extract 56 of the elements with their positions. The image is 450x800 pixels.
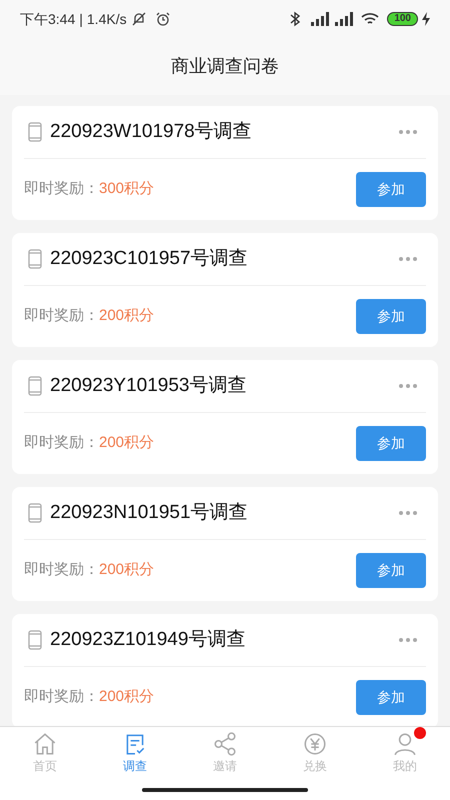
wifi-icon	[361, 12, 380, 26]
tab-label: 首页	[33, 758, 57, 775]
reward-points: 200积分	[99, 687, 154, 708]
alarm-icon	[154, 11, 171, 27]
signal-icon	[309, 12, 330, 26]
phone-icon	[28, 122, 42, 142]
bluetooth-icon	[289, 11, 302, 27]
tab-item[interactable]: 我的	[360, 727, 450, 779]
reward-label: 即时奖励：	[24, 433, 99, 454]
more-icon[interactable]	[398, 383, 418, 389]
join-button[interactable]: 参加	[356, 680, 426, 715]
reward-points: 300积分	[99, 179, 154, 200]
survey-title: 220923Y101953号调查	[50, 374, 246, 398]
tab-label: 兑换	[303, 758, 327, 775]
survey-title: 220923C101957号调查	[50, 246, 248, 271]
home-icon	[32, 731, 58, 757]
page-title: 商业调查问卷	[171, 55, 279, 78]
tab-label: 我的	[393, 758, 417, 775]
tab-label: 调查	[123, 758, 147, 775]
reward-label: 即时奖励：	[24, 560, 99, 580]
share-icon	[212, 731, 238, 757]
tab-item[interactable]: 兑换	[270, 727, 360, 779]
more-icon[interactable]	[398, 637, 418, 643]
more-icon[interactable]	[398, 129, 418, 135]
join-button[interactable]: 参加	[356, 553, 426, 588]
join-button[interactable]: 参加	[356, 299, 426, 334]
network-speed: 1.4K/s	[86, 10, 127, 28]
tab-item[interactable]: 调查	[90, 727, 180, 779]
join-button[interactable]: 参加	[356, 426, 426, 461]
more-icon[interactable]	[398, 510, 418, 516]
status-separator: |	[79, 10, 83, 29]
yen-icon	[302, 731, 328, 757]
phone-icon	[28, 630, 42, 650]
more-icon[interactable]	[398, 256, 418, 262]
tab-label: 邀请	[213, 758, 237, 775]
muted-bell-icon	[130, 11, 147, 27]
reward-label: 即时奖励：	[24, 687, 99, 708]
join-button[interactable]: 参加	[356, 172, 426, 207]
survey-title: 220923N101951号调查	[50, 500, 248, 525]
reward-points: 200积分	[99, 560, 154, 580]
phone-icon	[28, 249, 42, 269]
survey-title: 220923Z101949号调查	[50, 628, 246, 652]
battery-level: 100	[387, 12, 418, 26]
tab-item[interactable]: 邀请	[180, 727, 270, 779]
person-icon	[392, 731, 418, 757]
reward-points: 200积分	[99, 306, 154, 326]
phone-icon	[28, 503, 42, 523]
signal-icon	[333, 12, 354, 26]
status-time: 下午3:44	[20, 10, 76, 28]
reward-label: 即时奖励：	[24, 306, 99, 326]
survey-title: 220923W101978号调查	[50, 120, 252, 144]
tab-item[interactable]: 首页	[0, 727, 90, 779]
reward-label: 即时奖励：	[24, 179, 99, 200]
charging-icon	[422, 12, 430, 26]
reward-points: 200积分	[99, 433, 154, 454]
phone-icon	[28, 376, 42, 396]
